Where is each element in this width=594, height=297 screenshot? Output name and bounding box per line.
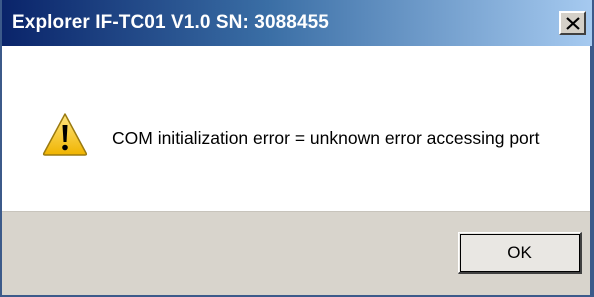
- window-title: Explorer IF-TC01 V1.0 SN: 3088455: [12, 12, 329, 33]
- dialog-content: COM initialization error = unknown error…: [2, 46, 592, 211]
- ok-button[interactable]: OK: [458, 232, 582, 274]
- message-dialog: Explorer IF-TC01 V1.0 SN: 3088455 COM in…: [0, 0, 594, 297]
- error-message: COM initialization error = unknown error…: [112, 128, 540, 148]
- close-button[interactable]: [559, 11, 586, 35]
- window-border: [590, 46, 592, 295]
- warning-icon: [42, 113, 88, 156]
- dialog-footer: OK: [2, 211, 592, 295]
- title-bar[interactable]: Explorer IF-TC01 V1.0 SN: 3088455: [2, 0, 592, 46]
- close-x-icon: [566, 17, 580, 30]
